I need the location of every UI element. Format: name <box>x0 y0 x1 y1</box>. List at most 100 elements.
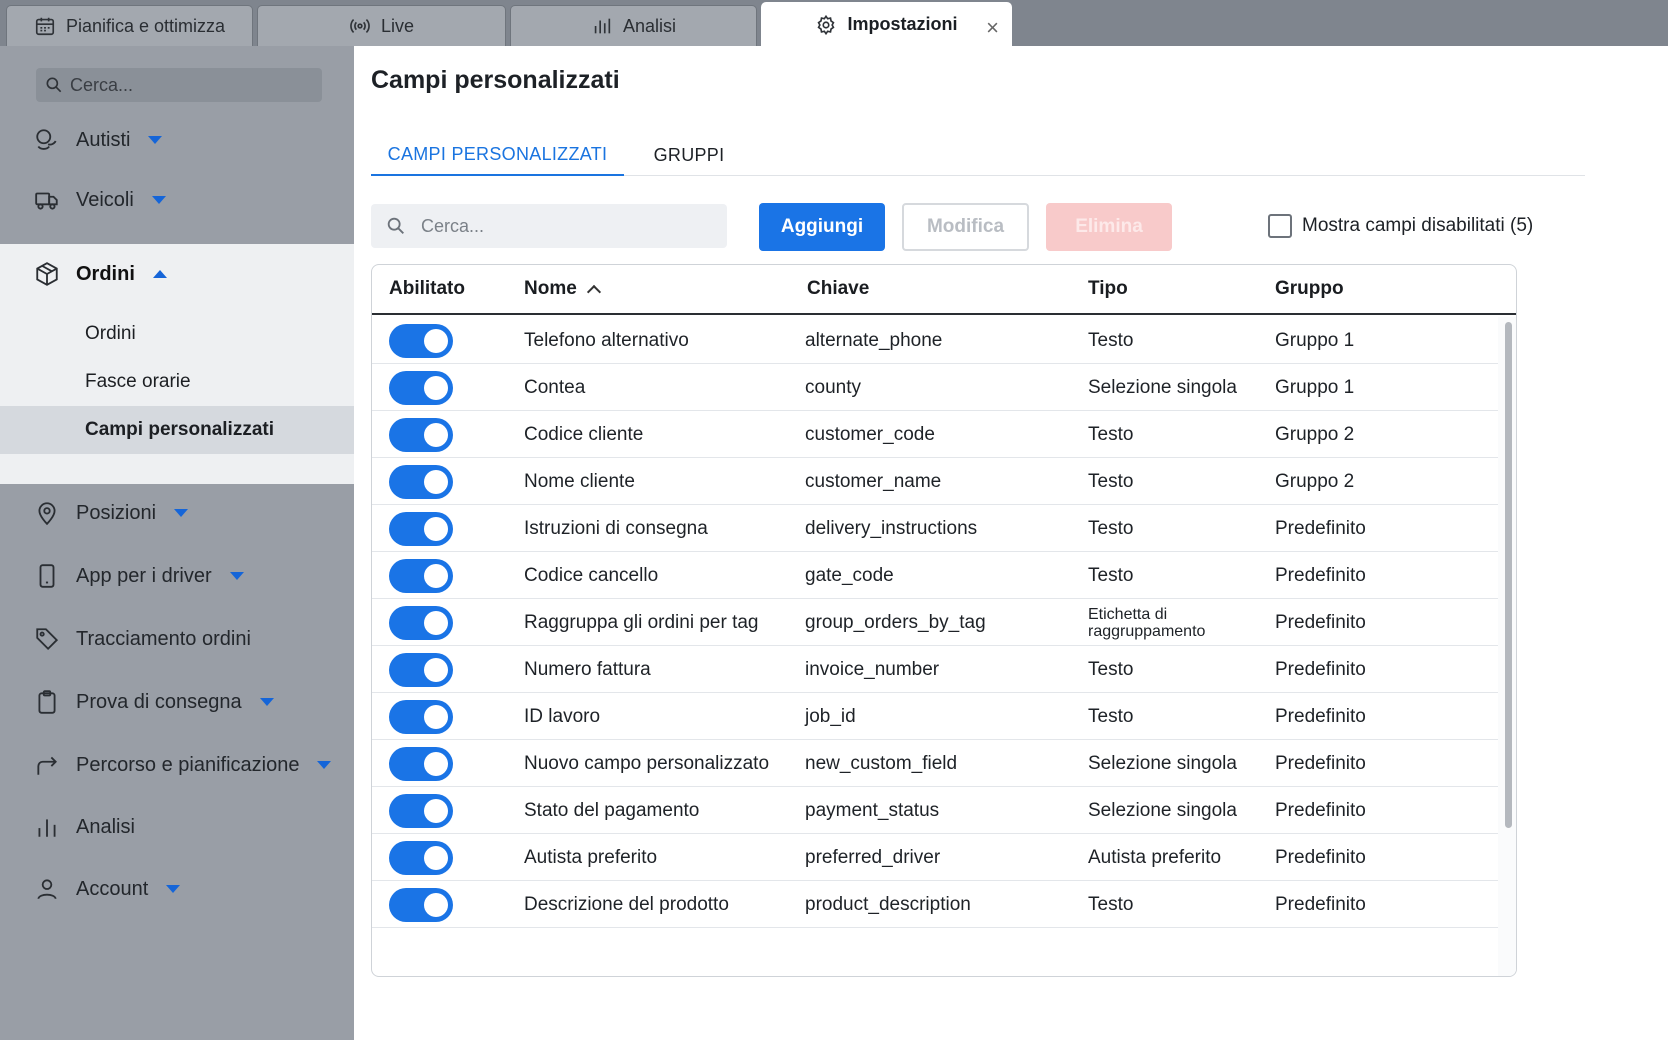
cell-tipo: Selezione singola <box>1088 376 1237 398</box>
sidebar-item-analisi[interactable]: Analisi <box>0 797 354 857</box>
table-row[interactable]: Raggruppa gli ordini per tag group_orders… <box>372 599 1498 646</box>
column-header-nome[interactable]: Nome <box>524 265 601 313</box>
enabled-toggle[interactable] <box>389 699 453 734</box>
cell-chiave: invoice_number <box>805 658 940 680</box>
table-row[interactable]: Codice cliente customer_code Testo Gruppo 2 <box>372 411 1498 458</box>
tab-pianifica[interactable]: Pianifica e ottimizza <box>6 5 253 46</box>
sidebar-search-input[interactable]: Cerca... <box>36 68 322 102</box>
main-panel: Campi personalizzati CAMPI PERSONALIZZAT… <box>354 46 1668 1040</box>
search-placeholder: Cerca... <box>421 215 485 236</box>
column-header-tipo[interactable]: Tipo <box>1088 265 1128 313</box>
tab-campi-personalizzati[interactable]: CAMPI PERSONALIZZATI <box>371 134 624 176</box>
scrollbar-thumb[interactable] <box>1505 322 1512 828</box>
show-disabled-toggle[interactable]: Mostra campi disabilitati (5) <box>1268 214 1533 238</box>
sidebar-item-app-driver[interactable]: App per i driver <box>0 546 354 606</box>
enabled-toggle[interactable] <box>389 840 453 875</box>
edit-button[interactable]: Modifica <box>902 203 1029 251</box>
cell-gruppo: Predefinito <box>1275 799 1366 821</box>
table-row[interactable]: Stato del pagamento payment_status Selezio… <box>372 787 1498 834</box>
tab-gruppi[interactable]: GRUPPI <box>624 134 754 176</box>
tab-live[interactable]: Live <box>257 5 506 46</box>
chevron-down-icon <box>166 885 181 893</box>
enabled-toggle[interactable] <box>389 417 453 452</box>
chevron-down-icon <box>148 136 163 144</box>
enabled-toggle[interactable] <box>389 746 453 781</box>
enabled-toggle[interactable] <box>389 464 453 499</box>
table-row[interactable]: Autista preferito preferred_driver Autista… <box>372 834 1498 881</box>
sidebar-item-label: Analisi <box>76 815 135 838</box>
table-row[interactable]: Istruzioni di consegna delivery_instructi… <box>372 505 1498 552</box>
sidebar-item-veicoli[interactable]: Veicoli <box>0 170 354 230</box>
table-row[interactable]: Nome cliente customer_name Testo Gruppo 2 <box>372 458 1498 505</box>
enabled-toggle[interactable] <box>389 652 453 687</box>
cell-tipo: Testo <box>1088 329 1134 351</box>
cell-tipo: Testo <box>1088 564 1134 586</box>
enabled-toggle[interactable] <box>389 558 453 593</box>
table-row[interactable]: Codice cancello gate_code Testo Predefinito <box>372 552 1498 599</box>
table-scrollbar[interactable] <box>1498 317 1516 976</box>
enabled-toggle[interactable] <box>389 511 453 546</box>
sidebar-subitem-campi-personalizzati[interactable]: Campi personalizzati <box>0 406 356 454</box>
delete-button[interactable]: Elimina <box>1046 203 1172 251</box>
sidebar-item-autisti[interactable]: Autisti <box>0 110 354 170</box>
table-row[interactable]: Telefono alternativo alternate_phone Testo… <box>372 317 1498 364</box>
sidebar-item-ordini[interactable]: Ordini <box>0 244 354 304</box>
toggle-knob <box>424 375 448 400</box>
enabled-toggle[interactable] <box>389 793 453 828</box>
subtab-bar: CAMPI PERSONALIZZATI GRUPPI <box>371 134 1585 176</box>
cell-gruppo: Gruppo 1 <box>1275 376 1355 398</box>
cell-nome: Istruzioni di consegna <box>524 517 708 539</box>
cell-chiave: group_orders_by_tag <box>805 611 986 633</box>
sidebar-item-posizioni[interactable]: Posizioni <box>0 483 354 543</box>
show-disabled-checkbox[interactable] <box>1268 214 1292 238</box>
bar-chart-icon <box>38 819 56 837</box>
column-header-gruppo[interactable]: Gruppo <box>1275 265 1344 313</box>
enabled-toggle[interactable] <box>389 370 453 405</box>
search-input[interactable]: Cerca... <box>371 204 727 248</box>
sidebar-subitem-fasce-orarie[interactable]: Fasce orarie <box>0 358 356 406</box>
table-body: Telefono alternativo alternate_phone Testo… <box>372 317 1498 976</box>
sidebar-group-ordini: Ordini Ordini Fasce orarie Campi persona… <box>0 244 356 484</box>
top-tab-bar: Pianifica e ottimizza Live Analisi Impos… <box>0 0 1668 46</box>
box-icon <box>36 262 58 286</box>
sidebar-item-account[interactable]: Account <box>0 859 354 919</box>
search-icon <box>46 77 62 93</box>
column-header-abilitato[interactable]: Abilitato <box>389 265 465 313</box>
cell-tipo: Testo <box>1088 705 1134 727</box>
sidebar-subitem-ordini[interactable]: Ordini <box>0 310 356 358</box>
table-row[interactable]: Descrizione del prodotto product_descript… <box>372 881 1498 928</box>
toggle-knob <box>424 328 448 353</box>
tab-label: Pianifica e ottimizza <box>65 15 226 36</box>
sidebar-item-label: Ordini <box>76 262 135 285</box>
clipboard-icon <box>38 690 56 714</box>
cell-nome: Numero fattura <box>524 658 651 680</box>
cell-nome: Raggruppa gli ordini per tag <box>524 611 759 633</box>
cell-nome: Contea <box>524 376 586 398</box>
cell-nome: ID lavoro <box>524 705 601 727</box>
tag-icon <box>36 628 59 651</box>
column-header-chiave[interactable]: Chiave <box>807 265 869 313</box>
chevron-up-icon <box>152 270 167 278</box>
location-pin-icon <box>38 502 56 526</box>
sidebar-item-tracciamento-ordini[interactable]: Tracciamento ordini <box>0 609 354 669</box>
enabled-toggle[interactable] <box>389 323 453 358</box>
cell-tipo: Testo <box>1088 470 1134 492</box>
cell-nome: Codice cancello <box>524 564 659 586</box>
table-row[interactable]: Numero fattura invoice_number Testo Predefi… <box>372 646 1498 693</box>
table-row[interactable]: ID lavoro job_id Testo Predefinito <box>372 693 1498 740</box>
close-tab-icon[interactable]: × <box>986 15 999 41</box>
table-row[interactable]: Nuovo campo personalizzato new_custom_fie… <box>372 740 1498 787</box>
tab-analisi[interactable]: Analisi <box>510 5 757 46</box>
cell-tipo: Testo <box>1088 423 1134 445</box>
table-row[interactable]: Contea county Selezione singola Gruppo 1 <box>372 364 1498 411</box>
cell-nome: Descrizione del prodotto <box>524 893 729 915</box>
sidebar-item-prova-consegna[interactable]: Prova di consegna <box>0 672 354 732</box>
enabled-toggle[interactable] <box>389 887 453 922</box>
sidebar-item-percorso[interactable]: Percorso e pianificazione <box>0 735 354 795</box>
tab-impostazioni[interactable]: Impostazioni × <box>761 2 1012 46</box>
truck-icon <box>35 192 58 210</box>
add-button[interactable]: Aggiungi <box>759 203 885 251</box>
toggle-knob <box>424 751 448 776</box>
enabled-toggle[interactable] <box>389 605 453 640</box>
cell-gruppo: Gruppo 1 <box>1275 329 1355 351</box>
